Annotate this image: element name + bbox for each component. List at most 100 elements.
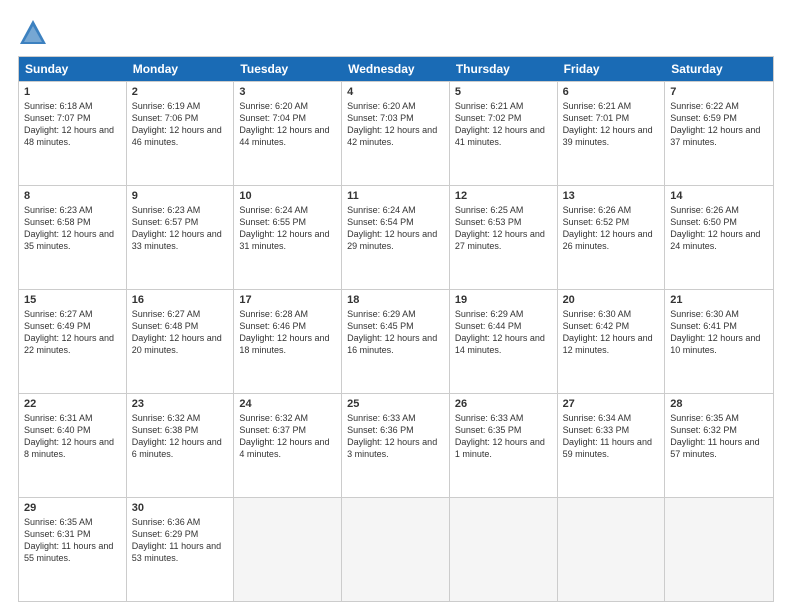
calendar-header-wednesday: Wednesday [342,57,450,81]
calendar-header-tuesday: Tuesday [234,57,342,81]
day-number: 9 [132,190,229,202]
calendar-cell-22: 22Sunrise: 6:31 AMSunset: 6:40 PMDayligh… [19,394,127,497]
day-info: Sunrise: 6:26 AMSunset: 6:52 PMDaylight:… [563,204,660,253]
calendar-cell-24: 24 Sunrise: 6:32 AMSunset: 6:37 PMDayligh… [234,394,342,497]
day-number: 12 [455,190,552,202]
day-number: 19 [455,294,552,306]
day-number: 15 [24,294,121,306]
day-info: Sunrise: 6:30 AMSunset: 6:42 PMDaylight:… [563,308,660,357]
day-info: Sunrise: 6:28 AMSunset: 6:46 PMDaylight:… [239,308,336,357]
calendar-cell-4: 4 Sunrise: 6:20 AMSunset: 7:03 PMDaylight… [342,82,450,185]
day-info: Sunrise: 6:22 AMSunset: 6:59 PMDaylight:… [670,100,768,149]
calendar-cell-19: 19 Sunrise: 6:29 AMSunset: 6:44 PMDayligh… [450,290,558,393]
day-number: 14 [670,190,768,202]
day-number: 3 [239,86,336,98]
calendar-cell-3: 3 Sunrise: 6:20 AMSunset: 7:04 PMDaylight… [234,82,342,185]
header [18,18,774,46]
day-info: Sunrise: 6:34 AMSunset: 6:33 PMDaylight:… [563,412,660,461]
calendar-header-sunday: Sunday [19,57,127,81]
logo-icon [18,18,48,46]
calendar-cell-empty [450,498,558,601]
day-info: Sunrise: 6:33 AMSunset: 6:35 PMDaylight:… [455,412,552,461]
day-info: Sunrise: 6:33 AMSunset: 6:36 PMDaylight:… [347,412,444,461]
calendar-cell-18: 18 Sunrise: 6:29 AMSunset: 6:45 PMDayligh… [342,290,450,393]
day-info: Sunrise: 6:36 AMSunset: 6:29 PMDaylight:… [132,516,229,565]
calendar-header-thursday: Thursday [450,57,558,81]
calendar-cell-12: 12 Sunrise: 6:25 AMSunset: 6:53 PMDayligh… [450,186,558,289]
calendar-cell-empty [558,498,666,601]
calendar-cell-9: 9 Sunrise: 6:23 AMSunset: 6:57 PMDaylight… [127,186,235,289]
day-info: Sunrise: 6:31 AMSunset: 6:40 PMDaylight:… [24,412,121,461]
day-number: 11 [347,190,444,202]
day-number: 23 [132,398,229,410]
calendar-cell-13: 13 Sunrise: 6:26 AMSunset: 6:52 PMDayligh… [558,186,666,289]
day-info: Sunrise: 6:23 AMSunset: 6:58 PMDaylight:… [24,204,121,253]
day-number: 28 [670,398,768,410]
day-number: 1 [24,86,121,98]
day-number: 7 [670,86,768,98]
day-info: Sunrise: 6:25 AMSunset: 6:53 PMDaylight:… [455,204,552,253]
calendar-cell-5: 5 Sunrise: 6:21 AMSunset: 7:02 PMDaylight… [450,82,558,185]
day-number: 4 [347,86,444,98]
calendar-cell-21: 21 Sunrise: 6:30 AMSunset: 6:41 PMDayligh… [665,290,773,393]
day-info: Sunrise: 6:29 AMSunset: 6:44 PMDaylight:… [455,308,552,357]
day-number: 13 [563,190,660,202]
calendar-cell-empty [342,498,450,601]
day-info: Sunrise: 6:24 AMSunset: 6:54 PMDaylight:… [347,204,444,253]
day-number: 20 [563,294,660,306]
calendar-row-2: 8 Sunrise: 6:23 AMSunset: 6:58 PMDaylight… [19,185,773,289]
calendar-cell-6: 6Sunrise: 6:21 AMSunset: 7:01 PMDaylight… [558,82,666,185]
day-number: 21 [670,294,768,306]
calendar-row-1: 1 Sunrise: 6:18 AMSunset: 7:07 PMDaylight… [19,81,773,185]
calendar-row-5: 29 Sunrise: 6:35 AMSunset: 6:31 PMDayligh… [19,497,773,601]
day-info: Sunrise: 6:27 AMSunset: 6:49 PMDaylight:… [24,308,121,357]
day-info: Sunrise: 6:30 AMSunset: 6:41 PMDaylight:… [670,308,768,357]
day-number: 17 [239,294,336,306]
day-info: Sunrise: 6:20 AMSunset: 7:03 PMDaylight:… [347,100,444,149]
calendar-header: SundayMondayTuesdayWednesdayThursdayFrid… [19,57,773,81]
day-info: Sunrise: 6:32 AMSunset: 6:37 PMDaylight:… [239,412,336,461]
day-info: Sunrise: 6:19 AMSunset: 7:06 PMDaylight:… [132,100,229,149]
calendar-cell-8: 8 Sunrise: 6:23 AMSunset: 6:58 PMDaylight… [19,186,127,289]
calendar-cell-17: 17 Sunrise: 6:28 AMSunset: 6:46 PMDayligh… [234,290,342,393]
day-number: 24 [239,398,336,410]
calendar-cell-empty [665,498,773,601]
day-number: 18 [347,294,444,306]
day-number: 5 [455,86,552,98]
day-info: Sunrise: 6:23 AMSunset: 6:57 PMDaylight:… [132,204,229,253]
calendar-row-3: 15 Sunrise: 6:27 AMSunset: 6:49 PMDayligh… [19,289,773,393]
calendar-cell-25: 25 Sunrise: 6:33 AMSunset: 6:36 PMDayligh… [342,394,450,497]
day-number: 6 [563,86,660,98]
calendar-cell-16: 16 Sunrise: 6:27 AMSunset: 6:48 PMDayligh… [127,290,235,393]
day-info: Sunrise: 6:35 AMSunset: 6:32 PMDaylight:… [670,412,768,461]
calendar-cell-27: 27 Sunrise: 6:34 AMSunset: 6:33 PMDayligh… [558,394,666,497]
calendar-cell-23: 23 Sunrise: 6:32 AMSunset: 6:38 PMDayligh… [127,394,235,497]
calendar-cell-10: 10Sunrise: 6:24 AMSunset: 6:55 PMDayligh… [234,186,342,289]
calendar-cell-30: 30Sunrise: 6:36 AMSunset: 6:29 PMDayligh… [127,498,235,601]
calendar-cell-11: 11 Sunrise: 6:24 AMSunset: 6:54 PMDayligh… [342,186,450,289]
day-number: 16 [132,294,229,306]
day-info: Sunrise: 6:21 AMSunset: 7:02 PMDaylight:… [455,100,552,149]
calendar-cell-20: 20 Sunrise: 6:30 AMSunset: 6:42 PMDayligh… [558,290,666,393]
calendar-cell-28: 28 Sunrise: 6:35 AMSunset: 6:32 PMDayligh… [665,394,773,497]
day-info: Sunrise: 6:18 AMSunset: 7:07 PMDaylight:… [24,100,121,149]
calendar-cell-2: 2Sunrise: 6:19 AMSunset: 7:06 PMDaylight… [127,82,235,185]
day-info: Sunrise: 6:35 AMSunset: 6:31 PMDaylight:… [24,516,121,565]
calendar-cell-26: 26Sunrise: 6:33 AMSunset: 6:35 PMDayligh… [450,394,558,497]
day-info: Sunrise: 6:29 AMSunset: 6:45 PMDaylight:… [347,308,444,357]
day-info: Sunrise: 6:27 AMSunset: 6:48 PMDaylight:… [132,308,229,357]
logo [18,18,52,46]
day-info: Sunrise: 6:32 AMSunset: 6:38 PMDaylight:… [132,412,229,461]
day-number: 25 [347,398,444,410]
calendar-cell-14: 14 Sunrise: 6:26 AMSunset: 6:50 PMDayligh… [665,186,773,289]
calendar-cell-29: 29 Sunrise: 6:35 AMSunset: 6:31 PMDayligh… [19,498,127,601]
calendar-row-4: 22Sunrise: 6:31 AMSunset: 6:40 PMDayligh… [19,393,773,497]
calendar-cell-15: 15 Sunrise: 6:27 AMSunset: 6:49 PMDayligh… [19,290,127,393]
day-info: Sunrise: 6:20 AMSunset: 7:04 PMDaylight:… [239,100,336,149]
day-info: Sunrise: 6:26 AMSunset: 6:50 PMDaylight:… [670,204,768,253]
calendar-cell-1: 1 Sunrise: 6:18 AMSunset: 7:07 PMDaylight… [19,82,127,185]
day-number: 27 [563,398,660,410]
day-number: 29 [24,502,121,514]
day-number: 8 [24,190,121,202]
page: SundayMondayTuesdayWednesdayThursdayFrid… [0,0,792,612]
